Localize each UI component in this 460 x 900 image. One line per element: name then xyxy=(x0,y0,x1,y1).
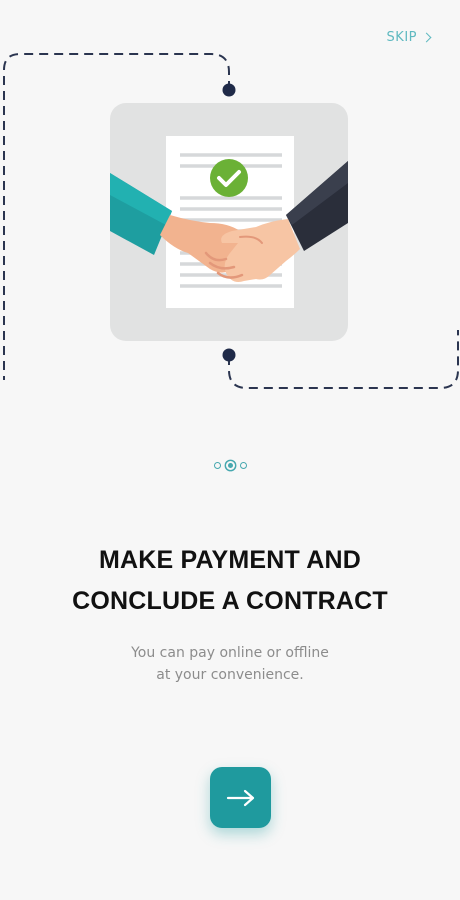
page-dot-2-active[interactable] xyxy=(227,463,233,468)
handshake-contract-illustration xyxy=(110,103,348,341)
title-line-1: MAKE PAYMENT AND xyxy=(98,546,361,574)
subtitle-line-2: at your convenience. xyxy=(156,667,304,683)
page-title: MAKE PAYMENT AND CONCLUDE A CONTRACT xyxy=(0,540,460,622)
path-node-bottom xyxy=(222,348,236,362)
handshake-contract-icon xyxy=(110,136,348,308)
onboarding-screen: SKIP MAKE PAYMENT AND CONCLUDE A CONTRAC… xyxy=(0,0,460,900)
next-button[interactable] xyxy=(210,767,271,828)
arrow-right-icon xyxy=(226,789,254,806)
subtitle-line-1: You can pay online or offline xyxy=(131,645,329,661)
path-node-top xyxy=(222,83,236,97)
title-line-2: CONCLUDE A CONTRACT xyxy=(72,587,388,615)
pagination-dots xyxy=(0,462,460,469)
page-subtitle: You can pay online or offline at your co… xyxy=(0,642,460,686)
checkmark-icon xyxy=(210,159,248,197)
page-dot-3[interactable] xyxy=(239,462,247,469)
page-dot-1[interactable] xyxy=(213,462,221,469)
